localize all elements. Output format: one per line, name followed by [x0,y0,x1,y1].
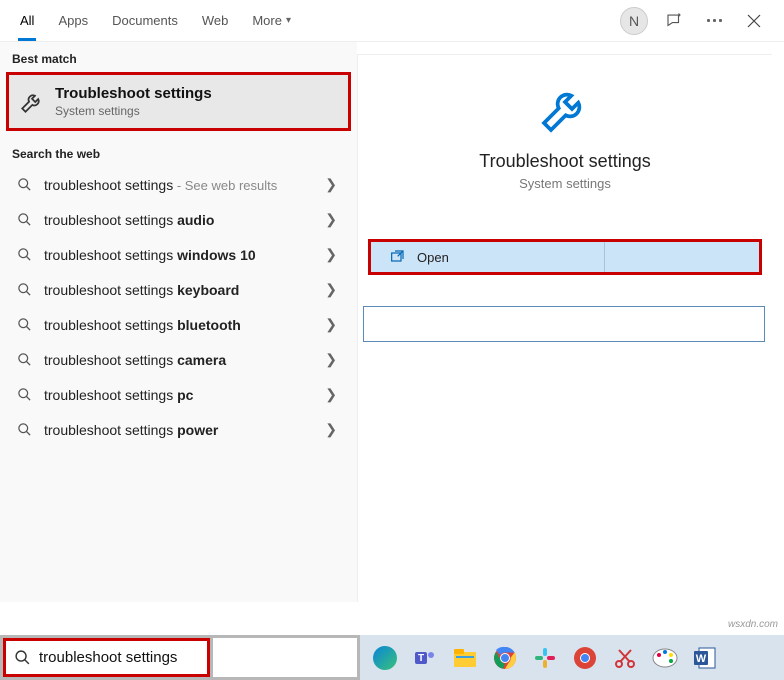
chevron-right-icon[interactable]: ❯ [319,246,343,263]
web-result-label: troubleshoot settings camera [44,352,319,368]
detail-subtitle: System settings [370,176,760,191]
wrench-icon [535,79,595,139]
search-box[interactable] [3,638,210,677]
search-icon [14,282,34,297]
search-icon [14,352,34,367]
search-icon [14,649,31,666]
search-input[interactable] [39,649,199,666]
section-header-best-match: Best match [0,42,357,72]
taskbar-slack-icon[interactable] [530,643,560,673]
watermark-text: wsxdn.com [728,619,778,630]
svg-text:T: T [418,653,424,664]
web-result-row[interactable]: troubleshoot settings keyboard❯ [0,272,357,307]
web-results-list: troubleshoot settings - See web results❯… [0,167,357,447]
chevron-right-icon[interactable]: ❯ [319,281,343,298]
action-blank[interactable] [605,242,759,272]
wrench-icon [17,87,47,117]
result-detail-panel: Troubleshoot settings System settings Op… [357,54,772,602]
web-result-row[interactable]: troubleshoot settings power❯ [0,412,357,447]
search-icon [14,387,34,402]
best-match-subtitle: System settings [55,104,212,118]
chevron-right-icon[interactable]: ❯ [319,316,343,333]
search-side-blank [213,638,357,677]
taskbar-edge-icon[interactable] [370,643,400,673]
chevron-right-icon[interactable]: ❯ [319,176,343,193]
search-icon [14,317,34,332]
search-wrap [0,635,360,680]
taskbar-word-icon[interactable]: W [690,643,720,673]
results-list-panel: Best match Troubleshoot settings System … [0,42,357,602]
web-result-row[interactable]: troubleshoot settings - See web results❯ [0,167,357,202]
svg-text:W: W [696,653,707,665]
taskbar-paint-icon[interactable] [650,643,680,673]
tab-more-label: More [252,13,282,28]
web-result-label: troubleshoot settings - See web results [44,177,319,193]
ellipsis-icon [707,19,722,22]
taskbar-teams-icon[interactable]: T [410,643,440,673]
selection-border [363,306,765,342]
chevron-right-icon[interactable]: ❯ [319,421,343,438]
web-result-row[interactable]: troubleshoot settings camera❯ [0,342,357,377]
tab-more[interactable]: More ▾ [240,0,303,41]
chevron-down-icon: ▾ [286,15,291,26]
search-scope-tabs: All Apps Documents Web More ▾ [8,0,303,41]
bottom-bar: T W [0,635,784,680]
close-button[interactable] [740,7,768,35]
feedback-icon[interactable] [660,7,688,35]
search-icon [14,247,34,262]
search-icon [14,422,34,437]
tab-apps[interactable]: Apps [46,0,100,41]
web-result-label: troubleshoot settings pc [44,387,319,403]
taskbar-explorer-icon[interactable] [450,643,480,673]
open-button[interactable]: Open [371,242,604,272]
web-result-row[interactable]: troubleshoot settings audio❯ [0,202,357,237]
taskbar-chrome-icon[interactable] [490,643,520,673]
user-avatar[interactable]: N [620,7,648,35]
tab-all[interactable]: All [8,0,46,41]
chevron-right-icon[interactable]: ❯ [319,351,343,368]
close-icon [747,14,761,28]
web-result-label: troubleshoot settings windows 10 [44,247,319,263]
section-header-search-web: Search the web [0,137,357,167]
tab-web[interactable]: Web [190,0,241,41]
search-icon [14,177,34,192]
web-result-label: troubleshoot settings power [44,422,319,438]
action-open-row: Open [368,239,762,275]
best-match-result[interactable]: Troubleshoot settings System settings [6,72,351,131]
more-options-button[interactable] [700,7,728,35]
web-result-row[interactable]: troubleshoot settings windows 10❯ [0,237,357,272]
web-result-label: troubleshoot settings audio [44,212,319,228]
web-result-row[interactable]: troubleshoot settings bluetooth❯ [0,307,357,342]
best-match-title: Troubleshoot settings [55,85,212,102]
web-result-row[interactable]: troubleshoot settings pc❯ [0,377,357,412]
taskbar-chrome-2-icon[interactable] [570,643,600,673]
taskbar-snip-icon[interactable] [610,643,640,673]
search-icon [14,212,34,227]
tab-documents[interactable]: Documents [100,0,190,41]
chevron-right-icon[interactable]: ❯ [319,211,343,228]
detail-title: Troubleshoot settings [370,151,760,172]
top-bar: All Apps Documents Web More ▾ N [0,0,784,42]
web-result-label: troubleshoot settings bluetooth [44,317,319,333]
open-label: Open [417,250,449,265]
search-results-area: Best match Troubleshoot settings System … [0,42,784,602]
chevron-right-icon[interactable]: ❯ [319,386,343,403]
web-result-label: troubleshoot settings keyboard [44,282,319,298]
open-icon [389,249,405,265]
taskbar: T W [360,635,784,680]
